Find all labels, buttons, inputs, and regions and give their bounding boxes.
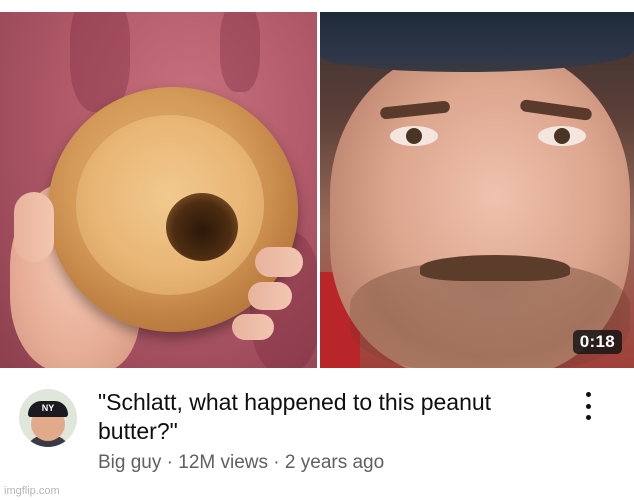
imgflip-watermark: imgflip.com xyxy=(4,485,60,497)
duration-badge: 0:18 xyxy=(572,330,622,354)
cap xyxy=(320,12,634,72)
more-vert-icon[interactable] xyxy=(576,390,600,422)
left-eye xyxy=(390,126,438,146)
meta-separator: · xyxy=(273,452,280,473)
finger xyxy=(248,282,292,310)
channel-avatar[interactable]: NY xyxy=(19,389,77,447)
finger xyxy=(255,247,303,277)
thumb-finger xyxy=(14,192,54,262)
peanut-butter-surface xyxy=(76,115,264,295)
thumbnail-right-panel xyxy=(320,12,634,368)
channel-name[interactable]: Big guy xyxy=(98,452,161,473)
view-count: 12M views xyxy=(178,452,269,473)
video-metadata: NY "Schlatt, what happened to this peanu… xyxy=(0,368,634,500)
video-title[interactable]: "Schlatt, what happened to this peanut b… xyxy=(98,388,538,446)
cap-logo: NY xyxy=(41,403,55,413)
finger xyxy=(232,314,274,340)
thumbnail-left-panel xyxy=(0,12,317,368)
video-card[interactable]: 0:18 NY "Schlatt, what happened to this … xyxy=(0,0,634,500)
upload-age: 2 years ago xyxy=(284,452,385,473)
right-eye xyxy=(538,126,586,146)
video-thumbnail[interactable]: 0:18 xyxy=(0,12,634,368)
video-subline: Big guy · 12M views · 2 years ago xyxy=(98,452,384,474)
peanut-butter-hole xyxy=(166,193,238,261)
mustache xyxy=(420,255,570,281)
meta-separator: · xyxy=(166,452,173,473)
